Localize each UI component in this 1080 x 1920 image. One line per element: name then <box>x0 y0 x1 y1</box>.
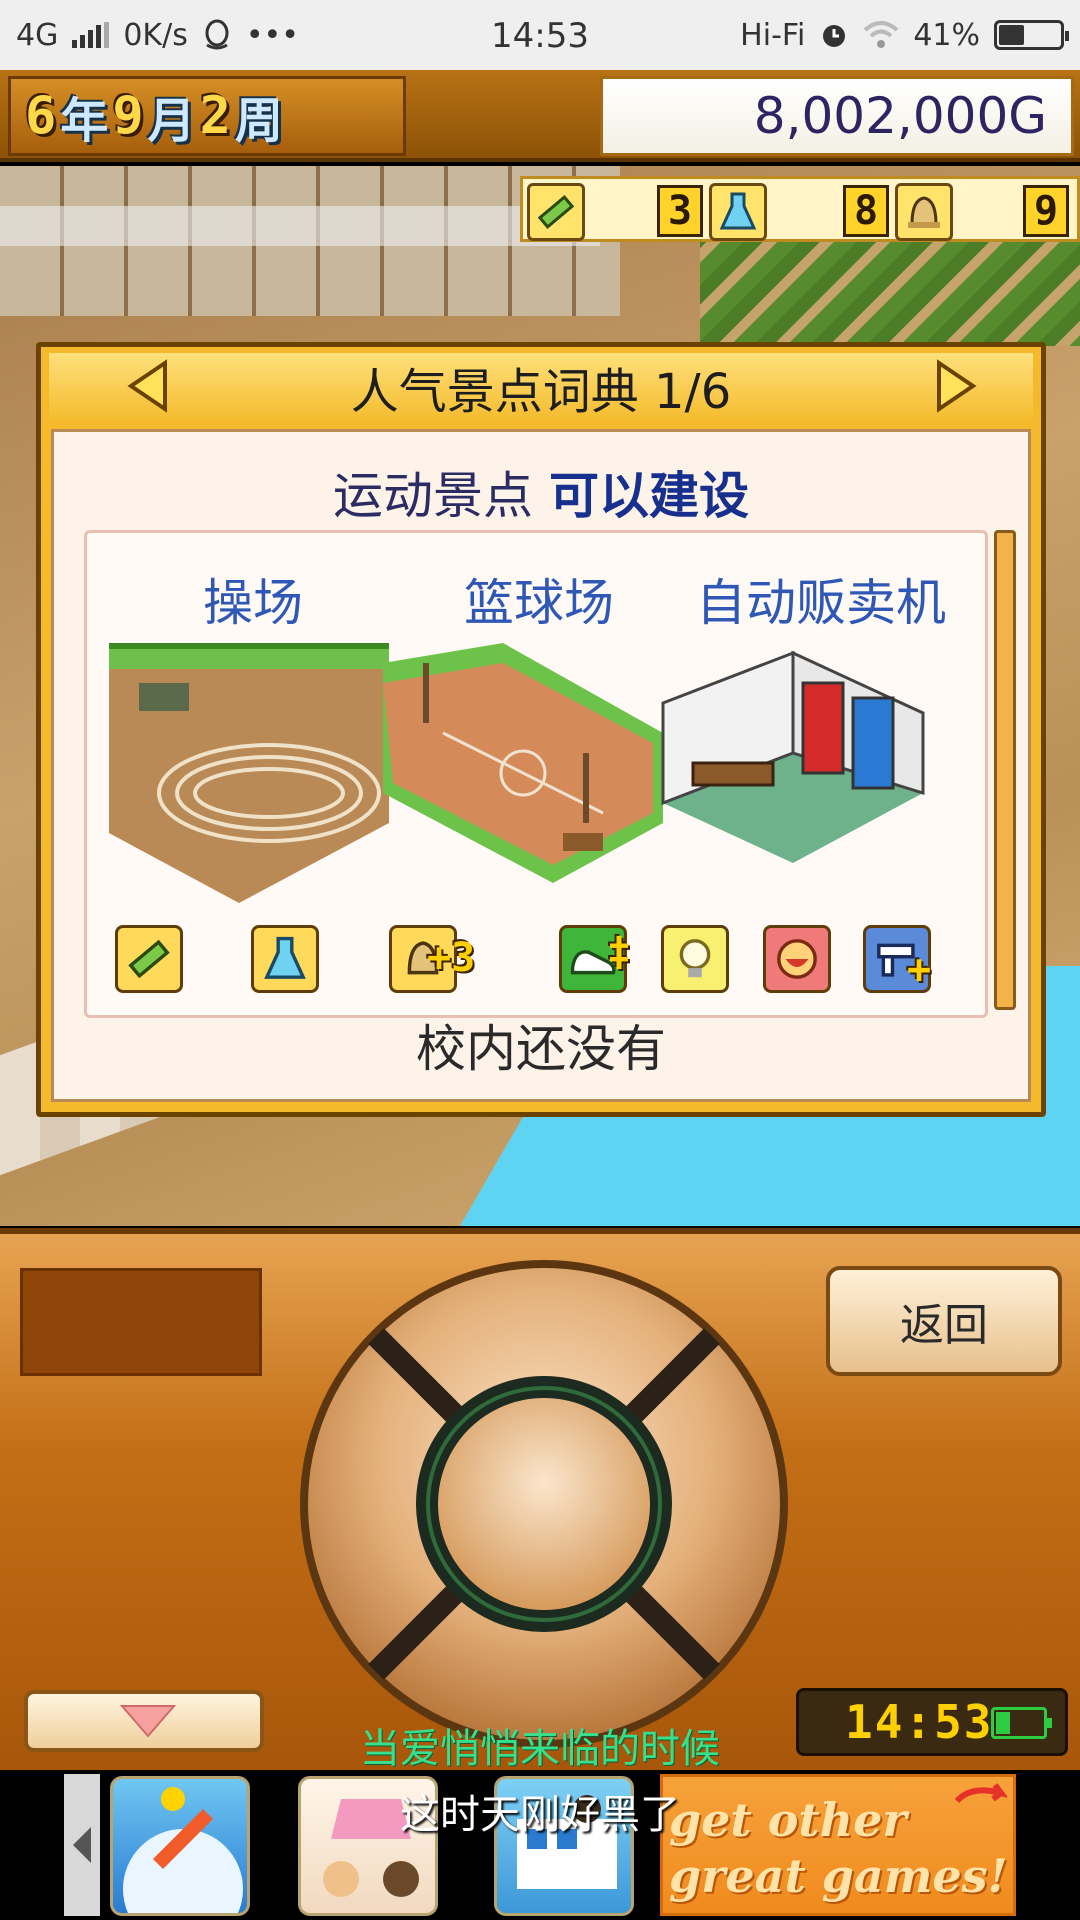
info-slot <box>20 1268 262 1376</box>
dialog-header: 人气景点词典 1/6 <box>49 353 1033 421</box>
lightbulb-icon <box>661 925 729 993</box>
status-bar: 4G 0K/s ••• 14:53 Hi-Fi 41% <box>0 0 1080 70</box>
flask-count: 8 <box>843 185 889 237</box>
tool-bonus-value: + <box>907 947 932 993</box>
battery-level <box>996 1712 1011 1734</box>
pencil-icon <box>115 925 183 993</box>
calendar-date: 6 年 9 月 2 周 <box>8 76 406 156</box>
bell-bonus-value: +3 <box>427 935 476 981</box>
game-clock: 14:53 <box>796 1688 1068 1756</box>
basketball-court-image[interactable] <box>383 643 663 903</box>
bell-icon <box>895 183 953 241</box>
dialog-title: 人气景点词典 1/6 <box>350 364 732 420</box>
arrow-right-icon <box>937 359 977 413</box>
running-track-image[interactable] <box>109 643 389 903</box>
return-arrow-icon <box>954 1783 1007 1804</box>
spot-dictionary-dialog: 人气景点词典 1/6 运动景点 可以建设 操场 篮球场 自动贩卖机 +3 ‡ +… <box>36 342 1046 1117</box>
arrow-left-icon <box>127 359 167 413</box>
battery-level <box>999 25 1024 45</box>
get-games-button[interactable]: get other great games! <box>660 1774 1016 1916</box>
game-top-bar: 6 年 9 月 2 周 8,002,000G <box>0 70 1080 162</box>
month-unit: 月 <box>147 93 196 149</box>
category-label: 运动景点 <box>333 467 534 525</box>
battery-icon <box>991 1707 1052 1739</box>
directional-pad[interactable] <box>296 1256 792 1752</box>
ad-prev-button[interactable] <box>64 1774 100 1916</box>
smiley-icon <box>763 925 831 993</box>
scroll-down-button[interactable] <box>24 1690 264 1752</box>
spot-name-track: 操场 <box>203 574 303 632</box>
pencil-count: 3 <box>657 185 703 237</box>
clock-time: 14:53 <box>845 1695 994 1749</box>
network-type: 4G <box>16 17 59 53</box>
month-value: 9 <box>112 86 144 146</box>
ad-game-thumb-rocket[interactable] <box>110 1776 250 1916</box>
flask-icon <box>709 183 767 241</box>
money-display: 8,002,000G <box>600 76 1074 156</box>
sneaker-bonus-value: ‡ <box>607 929 632 975</box>
year-value: 6 <box>25 86 57 146</box>
ad-game-thumb-fashion[interactable] <box>298 1776 438 1916</box>
prev-page-button[interactable] <box>123 359 173 413</box>
battery-percent: 41% <box>913 17 980 53</box>
next-page-button[interactable] <box>931 359 981 413</box>
ad-banner[interactable]: get other great games! 这时天刚好黑了 <box>0 1770 1080 1920</box>
status-right: Hi-Fi 41% <box>740 17 1069 53</box>
category-status: 运动景点 可以建设 <box>54 456 1028 528</box>
ad-game-thumb-city[interactable] <box>494 1776 634 1916</box>
qq-icon <box>205 19 229 50</box>
year-unit: 年 <box>60 93 109 149</box>
status-left: 4G 0K/s ••• <box>16 18 299 53</box>
built-status-footer: 校内还没有 <box>416 1020 666 1078</box>
vending-machine-image[interactable] <box>653 643 933 903</box>
cta-line-2: great games! <box>669 1849 1008 1903</box>
flask-icon <box>251 925 319 993</box>
control-panel: 返回 14:53 当爱悄悄来临的时候 <box>0 1228 1080 1772</box>
signal-icon <box>72 22 110 48</box>
chevron-left-icon <box>73 1827 91 1863</box>
spot-name-vending: 自动贩卖机 <box>696 574 946 632</box>
spot-list-scrollbar[interactable] <box>994 530 1016 1010</box>
bell-count: 9 <box>1023 185 1069 237</box>
spot-list-panel[interactable]: 操场 篮球场 自动贩卖机 +3 ‡ + <box>84 530 988 1018</box>
spot-name-basketball: 篮球场 <box>464 574 614 632</box>
network-speed: 0K/s <box>123 17 188 53</box>
week-value: 2 <box>199 86 231 146</box>
alarm-icon <box>823 25 846 47</box>
back-button[interactable]: 返回 <box>826 1266 1062 1376</box>
wifi-icon <box>863 21 899 48</box>
more-icon: ••• <box>245 17 299 53</box>
dpad-center-button[interactable] <box>438 1398 650 1610</box>
hifi-label: Hi-Fi <box>740 17 806 53</box>
classroom-wall <box>0 206 600 246</box>
bonus-icons: +3 ‡ + <box>87 925 985 1005</box>
pencil-icon <box>527 183 585 241</box>
dialog-body: 运动景点 可以建设 操场 篮球场 自动贩卖机 +3 ‡ + 校内还没有 <box>51 429 1031 1102</box>
triangle-down-icon <box>120 1705 176 1738</box>
week-unit: 周 <box>234 93 283 149</box>
battery-icon <box>994 20 1069 50</box>
build-status: 可以建设 <box>548 467 749 525</box>
resource-bar: 3 8 9 <box>520 176 1080 242</box>
cta-line-1: get other <box>669 1793 907 1847</box>
